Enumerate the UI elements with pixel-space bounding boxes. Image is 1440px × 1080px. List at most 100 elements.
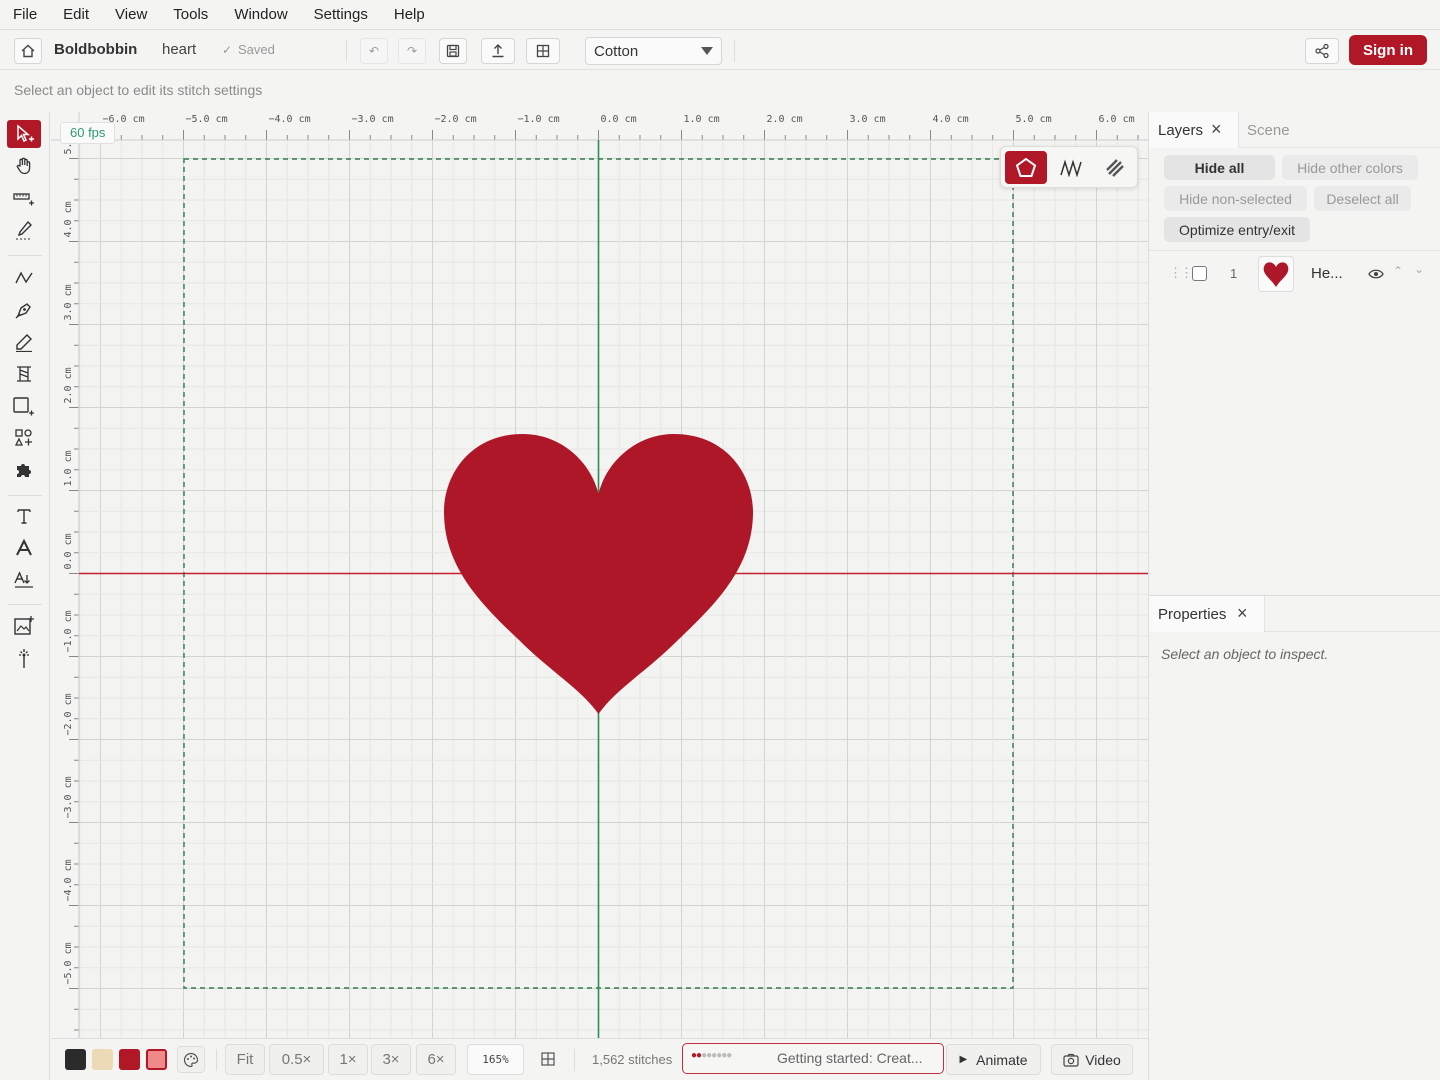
- color-swatch-dark[interactable]: [65, 1049, 86, 1070]
- y-ruler-label: 4.0 cm: [63, 201, 74, 237]
- y-ruler-label: 0.0 cm: [63, 533, 74, 569]
- tab-scene[interactable]: Scene: [1247, 122, 1290, 139]
- optimize-entry-exit-button[interactable]: Optimize entry/exit: [1164, 217, 1310, 242]
- chevron-up-icon[interactable]: ⌃: [1393, 264, 1403, 278]
- hoop-button[interactable]: [526, 38, 560, 64]
- pencil-tool[interactable]: [7, 328, 41, 356]
- layer-row[interactable]: ⋮⋮ 1 He... ⌃ ⌄: [1149, 254, 1440, 294]
- design-canvas[interactable]: −6.0 cm −5.0 cm −4.0 cm −3.0 cm −2.0 cm −1.0 …: [51, 112, 1148, 1038]
- pen-tool[interactable]: [7, 296, 41, 324]
- magic-wand-tool[interactable]: [7, 644, 41, 672]
- palette-icon: [183, 1052, 199, 1067]
- select-tool[interactable]: [7, 120, 41, 148]
- menu-file[interactable]: File: [0, 6, 50, 23]
- canvas-surface[interactable]: −6.0 cm −5.0 cm −4.0 cm −3.0 cm −2.0 cm −1.0 …: [51, 112, 1148, 1038]
- zoom-3x-label: 3×: [382, 1051, 400, 1068]
- optimize-label: Optimize entry/exit: [1179, 221, 1295, 238]
- ruler-plus-icon: [13, 193, 34, 206]
- zigzag-icon: [1060, 158, 1082, 177]
- animate-button[interactable]: ▶ Animate: [946, 1044, 1041, 1075]
- layer-name[interactable]: He...: [1311, 265, 1343, 282]
- undo-button[interactable]: ↶: [360, 38, 388, 64]
- zoom-6x-label: 6×: [427, 1051, 445, 1068]
- color-swatch-red[interactable]: [119, 1049, 140, 1070]
- drag-handle-icon[interactable]: ⋮⋮: [1169, 265, 1193, 281]
- monogram-tool[interactable]: [7, 534, 41, 562]
- share-button[interactable]: [1305, 38, 1339, 64]
- close-icon[interactable]: ×: [1237, 603, 1248, 624]
- zoom-0.5x-button[interactable]: 0.5×: [269, 1044, 324, 1075]
- layer-checkbox[interactable]: [1192, 266, 1207, 281]
- image-import-tool[interactable]: [7, 612, 41, 640]
- hide-other-colors-button[interactable]: Hide other colors: [1282, 155, 1418, 180]
- menu-edit[interactable]: Edit: [50, 6, 102, 23]
- column-icon: [17, 366, 31, 382]
- puzzle-icon: [17, 464, 31, 477]
- menu-settings[interactable]: Settings: [301, 6, 381, 23]
- bottom-divider: [216, 1049, 217, 1071]
- shape-tool[interactable]: [7, 392, 41, 420]
- line-tool[interactable]: [7, 264, 41, 292]
- zoom-1x-label: 1×: [339, 1051, 357, 1068]
- zoom-level-field[interactable]: 165%: [467, 1044, 524, 1075]
- satin-stitch-button[interactable]: [1051, 151, 1091, 184]
- tab-layers[interactable]: Layers ×: [1149, 112, 1239, 148]
- hide-non-selected-button[interactable]: Hide non-selected: [1164, 186, 1307, 211]
- pentagon-icon: [1015, 157, 1037, 177]
- zoom-fit-button[interactable]: Fit: [225, 1044, 265, 1075]
- running-stitch-button[interactable]: [1095, 151, 1135, 184]
- redo-button[interactable]: ↷: [398, 38, 426, 64]
- x-ruler-label: 6.0 cm: [1099, 114, 1135, 125]
- hide-all-button[interactable]: Hide all: [1164, 155, 1275, 180]
- bottom-bar: Fit 0.5× 1× 3× 6× 165% 1,562 stitches ●●…: [51, 1038, 1148, 1080]
- palette-button[interactable]: [177, 1046, 205, 1073]
- getting-started-text: Getting started: Creat...: [777, 1050, 923, 1066]
- color-swatch-pink[interactable]: [146, 1049, 167, 1070]
- menu-help[interactable]: Help: [381, 6, 438, 23]
- color-swatch-beige[interactable]: [92, 1049, 113, 1070]
- measure-tool[interactable]: [7, 184, 41, 212]
- tool-separator: [8, 604, 42, 605]
- satin-column-tool[interactable]: [7, 360, 41, 388]
- text-tool[interactable]: [7, 502, 41, 530]
- grid-toggle-button[interactable]: [537, 1048, 559, 1070]
- sign-in-button[interactable]: Sign in: [1349, 35, 1427, 65]
- video-button[interactable]: Video: [1051, 1044, 1133, 1075]
- deselect-all-button[interactable]: Deselect all: [1314, 186, 1411, 211]
- eyedropper-icon: [16, 220, 32, 240]
- x-ruler-label: −2.0 cm: [435, 114, 477, 125]
- chevron-down-icon[interactable]: ⌄: [1414, 262, 1424, 276]
- zoom-1x-button[interactable]: 1×: [328, 1044, 368, 1075]
- tab-properties[interactable]: Properties ×: [1149, 596, 1265, 632]
- eyedropper-tool[interactable]: [7, 216, 41, 244]
- y-ruler-label: −1.0 cm: [63, 610, 74, 652]
- deselect-all-label: Deselect all: [1326, 190, 1399, 207]
- getting-started-banner[interactable]: ●●●●●●●● Getting started: Creat...: [682, 1043, 944, 1074]
- file-name[interactable]: heart: [162, 41, 196, 58]
- menu-window[interactable]: Window: [221, 6, 300, 23]
- eye-icon[interactable]: [1368, 268, 1384, 280]
- image-plus-icon: [14, 616, 34, 635]
- chevron-down-icon: [701, 47, 713, 55]
- play-icon: ▶: [959, 1054, 968, 1065]
- export-button[interactable]: [481, 38, 515, 64]
- zoom-0.5x-label: 0.5×: [281, 1051, 312, 1068]
- zoom-level-value: 165%: [482, 1053, 509, 1066]
- zoom-6x-button[interactable]: 6×: [416, 1044, 456, 1075]
- fill-stitch-button[interactable]: [1005, 151, 1047, 184]
- home-icon: [21, 44, 35, 58]
- sign-in-label: Sign in: [1363, 41, 1413, 59]
- shapes-library-tool[interactable]: [7, 424, 41, 452]
- home-button[interactable]: [14, 38, 42, 64]
- zoom-3x-button[interactable]: 3×: [371, 1044, 411, 1075]
- pan-tool[interactable]: [7, 152, 41, 180]
- shapes-plus-icon: [14, 429, 32, 446]
- fabric-select[interactable]: Cotton: [585, 37, 722, 65]
- puzzle-tool[interactable]: [7, 456, 41, 484]
- menu-view[interactable]: View: [102, 6, 160, 23]
- undo-icon: ↶: [368, 44, 380, 58]
- menu-tools[interactable]: Tools: [160, 6, 221, 23]
- close-icon[interactable]: ×: [1211, 119, 1222, 140]
- save-button[interactable]: [439, 38, 467, 64]
- text-on-path-tool[interactable]: [7, 566, 41, 594]
